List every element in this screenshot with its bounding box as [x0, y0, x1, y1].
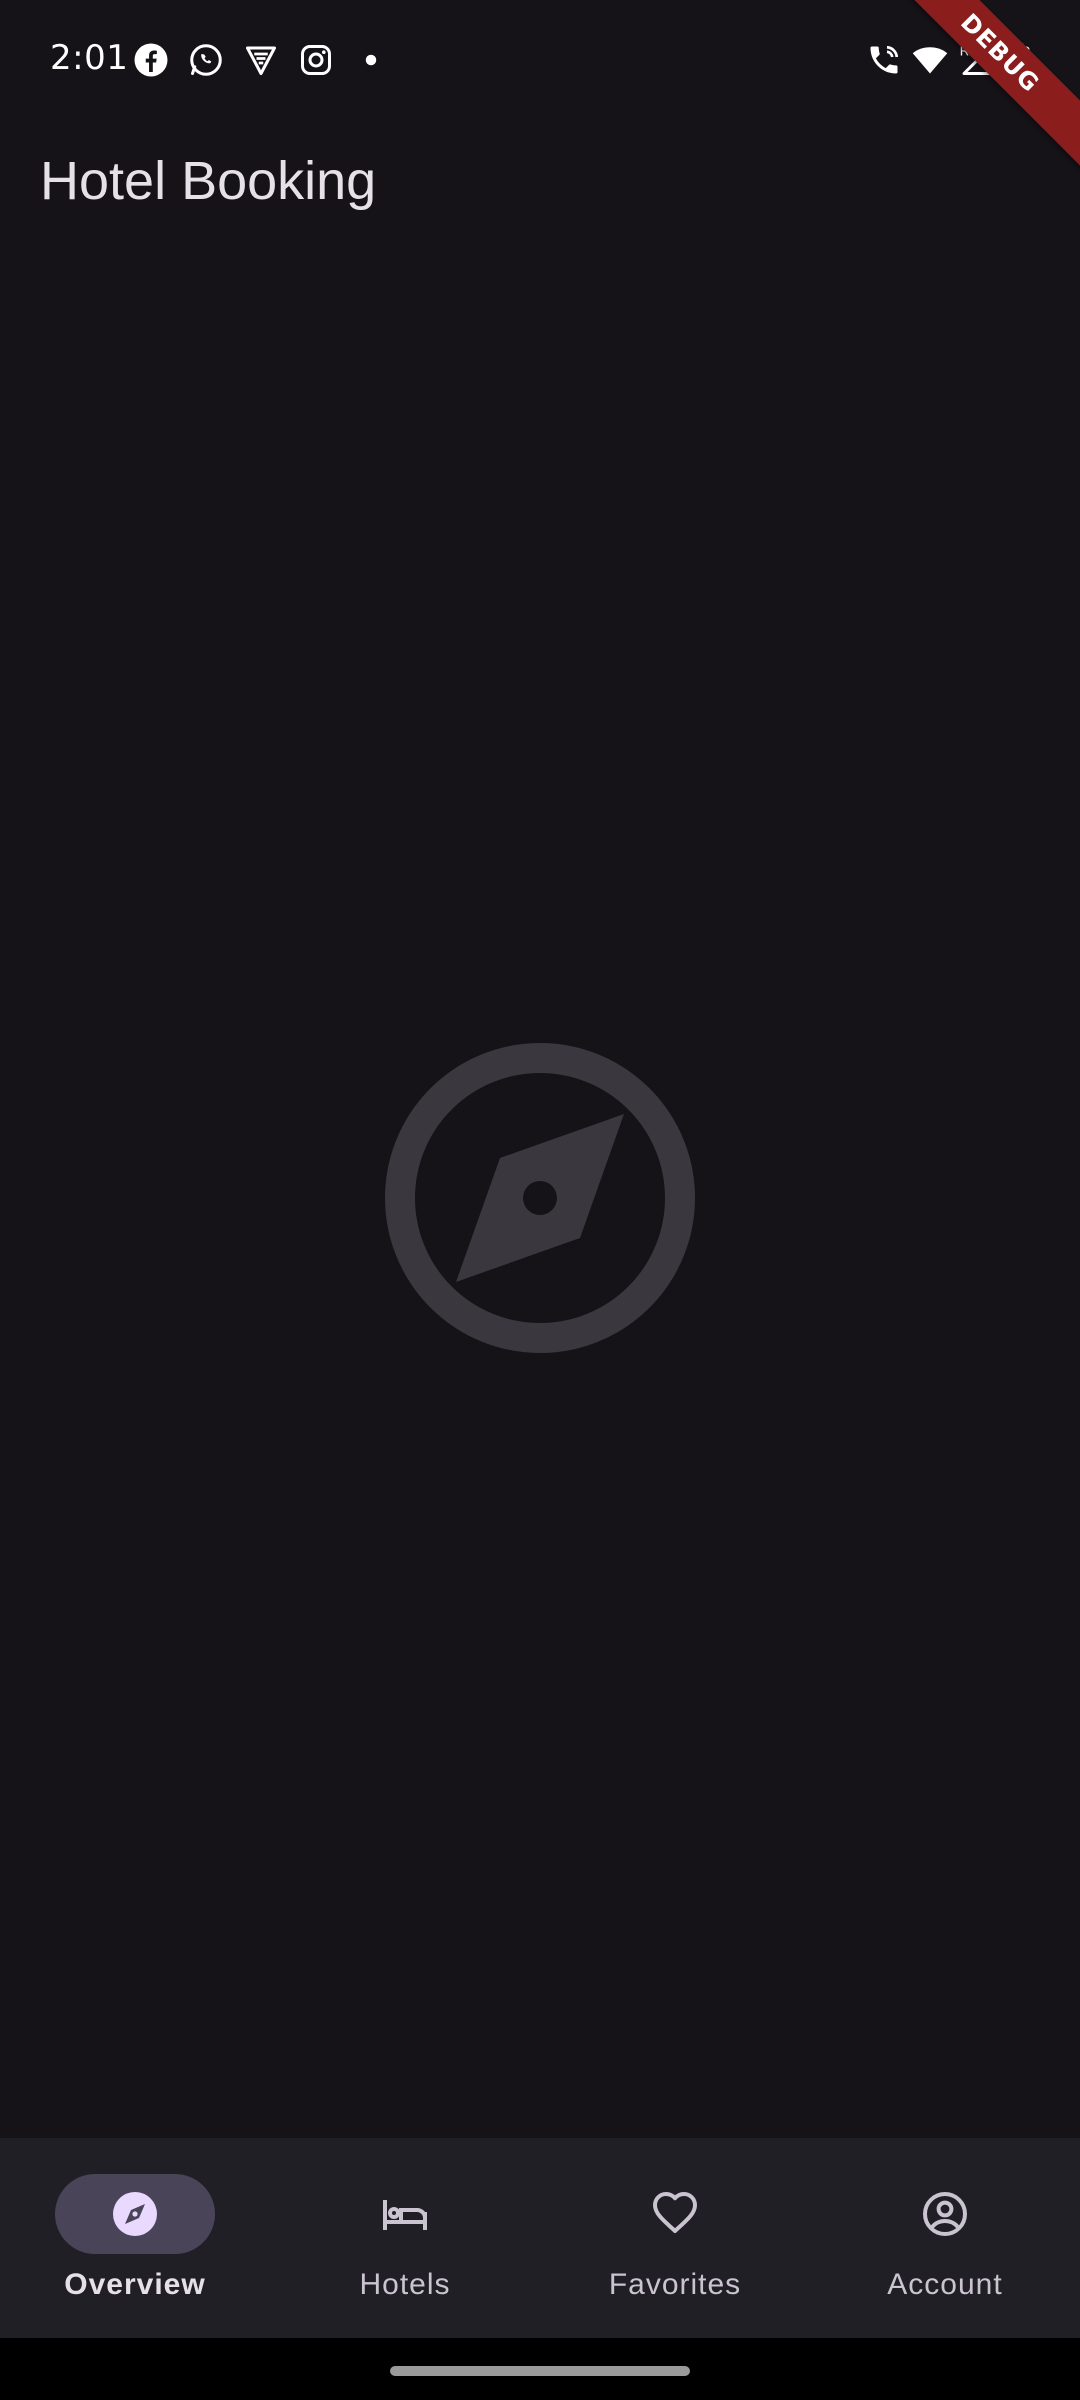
account-circle-icon [921, 2190, 969, 2238]
compass-icon [384, 1042, 696, 1354]
whatsapp-icon [188, 42, 224, 78]
nav-item-hotels[interactable]: Hotels [270, 2138, 540, 2338]
wifi-calling-icon [866, 42, 902, 78]
nav-item-label: Account [887, 2268, 1003, 2301]
nav-item-label: Favorites [608, 2268, 742, 2301]
heart-outline-icon [651, 2190, 699, 2238]
system-gesture-area [0, 2338, 1080, 2400]
status-bar: 2:01 R [0, 0, 1080, 124]
page-title: Hotel Booking [40, 151, 377, 211]
bed-icon [381, 2190, 429, 2238]
notification-dot-icon [353, 42, 389, 78]
nav-item-favorites[interactable]: Favorites [540, 2138, 810, 2338]
nav-item-account[interactable]: Account [810, 2138, 1080, 2338]
nav-item-overview[interactable]: Overview [0, 2138, 270, 2338]
facebook-icon [133, 42, 169, 78]
nav-item-label: Overview [64, 2268, 206, 2301]
vpn-shield-icon [243, 42, 279, 78]
compass-icon [111, 2190, 159, 2238]
instagram-icon [298, 42, 334, 78]
wifi-icon [912, 42, 948, 78]
status-time: 2:01 [50, 38, 129, 78]
home-gesture-handle[interactable] [390, 2366, 690, 2376]
nav-item-label: Hotels [359, 2268, 451, 2301]
bottom-navigation: Overview Hotels Favorites Account [0, 2138, 1080, 2338]
